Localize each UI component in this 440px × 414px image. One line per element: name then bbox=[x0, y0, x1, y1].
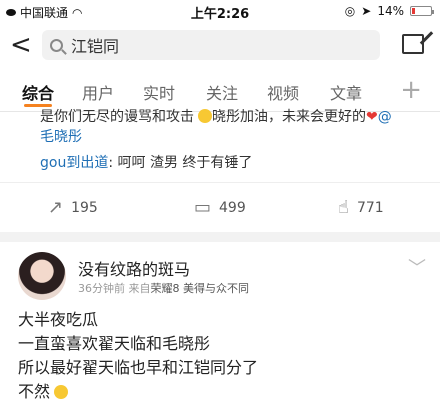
post-time: 36分钟前 bbox=[78, 282, 125, 295]
search-input[interactable]: 江铠同 bbox=[42, 30, 380, 60]
comment-user[interactable]: gou到出道 bbox=[40, 155, 108, 171]
tab-视频[interactable]: 视频 bbox=[267, 80, 299, 104]
comment-icon: ▭ bbox=[194, 197, 212, 218]
post-actions: ↗ 195 ▭ 499 ☝ 771 bbox=[0, 182, 440, 230]
comment-button[interactable]: ▭ 499 bbox=[194, 197, 246, 218]
avatar[interactable] bbox=[18, 252, 66, 300]
compose-icon[interactable] bbox=[402, 34, 424, 54]
search-query: 江铠同 bbox=[71, 37, 120, 56]
mention-link[interactable]: 毛晓彤 bbox=[40, 126, 82, 146]
post-meta: 36分钟前 来自荣耀8 美得与众不同 bbox=[78, 280, 249, 296]
like-button[interactable]: ☝ 771 bbox=[338, 197, 384, 218]
tab-实时[interactable]: 实时 bbox=[143, 80, 175, 104]
battery-icon bbox=[410, 6, 434, 16]
lock-icon: ◎ bbox=[344, 4, 356, 18]
post-line: 所以最好翟天临也早和江铠同分了 bbox=[18, 358, 259, 377]
post-text-line: 是你们无尽的谩骂和攻击 晓彤加油，未来会更好的❤@ bbox=[40, 109, 392, 125]
search-icon bbox=[50, 38, 63, 52]
battery-percent: 14% bbox=[377, 4, 404, 18]
tab-综合[interactable]: 综合 bbox=[22, 80, 54, 104]
comment-count: 499 bbox=[219, 199, 246, 216]
post-line: 一直蛮喜欢翟天临和毛晓彤 bbox=[18, 334, 211, 353]
divider bbox=[0, 232, 440, 242]
heart-icon: ❤ bbox=[366, 109, 378, 125]
tab-关注[interactable]: 关注 bbox=[206, 80, 238, 104]
post-body: 大半夜吃瓜 一直蛮喜欢翟天临和毛晓彤 所以最好翟天临也早和江铠同分了 不然 bbox=[18, 308, 258, 404]
chevron-down-icon[interactable]: ﹀ bbox=[408, 254, 426, 280]
comment-text: : 呵呵 渣男 终于有锤了 bbox=[108, 155, 253, 171]
thumbs-up-icon: ☝ bbox=[338, 197, 349, 218]
status-bar: 中国联通 ◠ 上午2:26 ◎ ➤ 14% bbox=[0, 0, 440, 22]
back-icon[interactable]: < bbox=[10, 32, 32, 58]
like-count: 771 bbox=[356, 199, 384, 216]
repost-button[interactable]: ↗ 195 bbox=[48, 197, 98, 218]
search-bar: < 江铠同 bbox=[0, 26, 440, 64]
laughing-emoji-icon bbox=[54, 385, 69, 399]
tab-文章[interactable]: 文章 bbox=[330, 80, 362, 104]
location-icon: ➤ bbox=[361, 4, 372, 18]
repost-count: 195 bbox=[71, 199, 98, 216]
smile-emoji-icon bbox=[198, 109, 212, 123]
post-line: 不然 bbox=[18, 382, 51, 401]
post-source: 荣耀8 美得与众不同 bbox=[150, 282, 250, 295]
post-line: 大半夜吃瓜 bbox=[18, 310, 99, 329]
add-tab-icon[interactable]: + bbox=[400, 75, 422, 105]
mention-at[interactable]: @ bbox=[378, 109, 392, 125]
repost-icon: ↗ bbox=[48, 197, 64, 218]
comment-preview: gou到出道: 呵呵 渣男 终于有锤了 bbox=[40, 152, 252, 172]
tab-用户[interactable]: 用户 bbox=[82, 80, 114, 104]
post-source-prefix: 来自 bbox=[128, 282, 151, 295]
post-username[interactable]: 没有纹路的斑马 bbox=[78, 256, 190, 280]
